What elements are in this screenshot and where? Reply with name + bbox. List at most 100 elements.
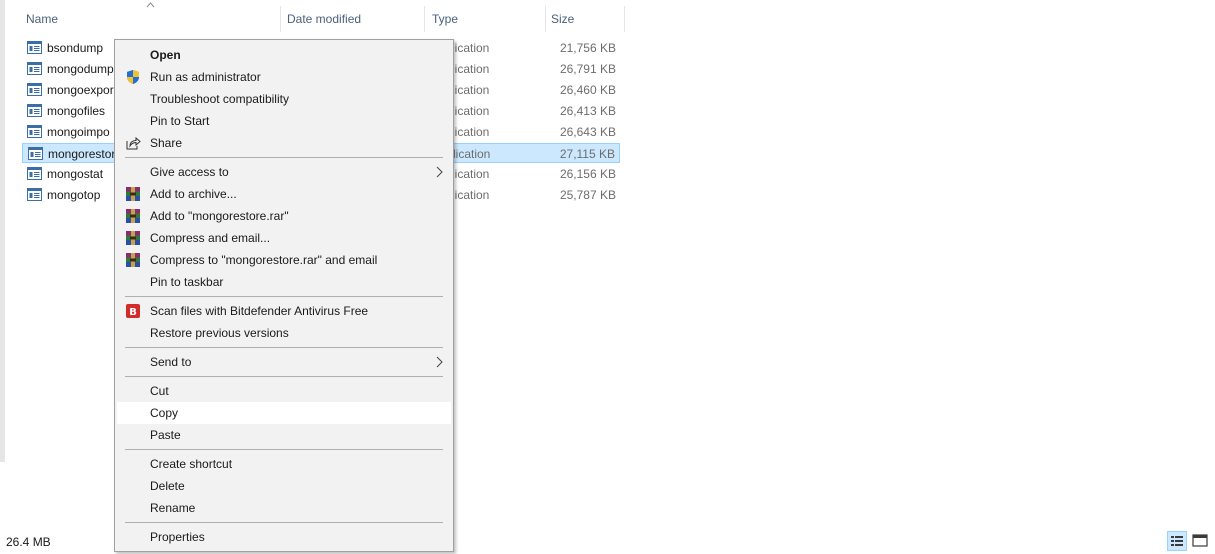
file-type: lication: [452, 41, 490, 55]
application-icon: [27, 104, 42, 117]
menu-item-label: Copy: [150, 406, 179, 420]
menu-separator: [125, 376, 443, 377]
file-size: 26,460 KB: [559, 83, 616, 97]
menu-item-pin-to-taskbar[interactable]: Pin to taskbar: [117, 271, 451, 293]
menu-item-copy[interactable]: Copy: [117, 402, 451, 424]
menu-item-troubleshoot-compatibility[interactable]: Troubleshoot compatibility: [117, 88, 451, 110]
details-view-icon: [1171, 536, 1183, 546]
svg-text:B: B: [129, 307, 137, 318]
menu-separator: [125, 347, 443, 348]
menu-item-label: Delete: [150, 479, 185, 493]
column-divider[interactable]: [624, 6, 625, 32]
menu-item-label: Paste: [150, 428, 181, 442]
file-size: 26,413 KB: [559, 104, 616, 118]
menu-item-share[interactable]: Share: [117, 132, 451, 154]
bitdefender-icon: B: [126, 304, 140, 318]
menu-item-label: Add to archive...: [150, 187, 237, 201]
application-icon: [27, 125, 42, 138]
menu-item-label: Compress and email...: [150, 231, 271, 245]
column-name[interactable]: Name: [26, 11, 58, 29]
menu-item-label: Troubleshoot compatibility: [150, 92, 289, 106]
file-name: mongodump: [47, 62, 114, 76]
column-divider[interactable]: [280, 6, 281, 32]
menu-item-paste[interactable]: Paste: [117, 424, 451, 446]
status-selection-size: 26.4 MB: [6, 535, 51, 549]
menu-item-label: Add to "mongorestore.rar": [150, 209, 289, 223]
application-icon: [27, 62, 42, 75]
menu-item-cut[interactable]: Cut: [117, 380, 451, 402]
file-name: mongoexpor: [47, 83, 114, 97]
application-icon: [28, 147, 43, 160]
winrar-icon: [126, 253, 140, 267]
file-size: 25,787 KB: [559, 188, 616, 202]
menu-item-label: Send to: [150, 355, 192, 369]
menu-item-delete[interactable]: Delete: [117, 475, 451, 497]
menu-item-restore-previous-versions[interactable]: Restore previous versions: [117, 322, 451, 344]
menu-item-create-shortcut[interactable]: Create shortcut: [117, 453, 451, 475]
file-type: lication: [453, 147, 491, 161]
large-icons-view-button[interactable]: [1190, 531, 1210, 551]
file-size: 21,756 KB: [559, 41, 616, 55]
application-icon: [27, 83, 42, 96]
column-divider[interactable]: [424, 6, 425, 32]
sort-ascending-icon: [146, 2, 155, 8]
winrar-icon: [126, 231, 140, 245]
menu-item-scan-bitdefender[interactable]: B Scan files with Bitdefender Antivirus …: [117, 300, 451, 322]
menu-item-rename[interactable]: Rename: [117, 497, 451, 519]
menu-item-compress-and-email[interactable]: Compress and email...: [117, 227, 451, 249]
menu-item-properties[interactable]: Properties: [117, 526, 451, 548]
details-view-button[interactable]: [1167, 531, 1187, 551]
file-size: 26,643 KB: [559, 125, 616, 139]
menu-item-label: Cut: [150, 384, 169, 398]
context-menu: Open Run as administrator Troubleshoot c…: [114, 39, 454, 552]
column-header: Name Date modified Type Size: [0, 0, 626, 36]
menu-separator: [125, 522, 443, 523]
menu-item-add-to-rar[interactable]: Add to "mongorestore.rar": [117, 205, 451, 227]
menu-item-label: Pin to Start: [150, 114, 210, 128]
menu-item-label: Open: [150, 48, 181, 62]
menu-item-compress-to-rar-and-email[interactable]: Compress to "mongorestore.rar" and email: [117, 249, 451, 271]
column-size[interactable]: Size: [551, 11, 574, 29]
menu-item-label: Run as administrator: [150, 70, 261, 84]
winrar-icon: [126, 209, 140, 223]
column-date-modified[interactable]: Date modified: [287, 11, 361, 29]
large-icons-view-icon: [1192, 534, 1208, 547]
menu-item-label: Pin to taskbar: [150, 275, 224, 289]
file-size: 26,791 KB: [559, 62, 616, 76]
menu-item-pin-to-start[interactable]: Pin to Start: [117, 110, 451, 132]
menu-item-run-as-administrator[interactable]: Run as administrator: [117, 66, 451, 88]
menu-item-label: Share: [150, 136, 183, 150]
file-type: lication: [452, 62, 490, 76]
file-type: lication: [452, 167, 490, 181]
file-size: 27,115 KB: [559, 147, 615, 161]
file-name: bsondump: [47, 41, 104, 55]
uac-shield-icon: [127, 70, 139, 84]
file-type: lication: [452, 188, 490, 202]
menu-item-send-to[interactable]: Send to: [117, 351, 451, 373]
chevron-right-icon: [436, 166, 443, 178]
application-icon: [27, 188, 42, 201]
menu-item-label: Compress to "mongorestore.rar" and email: [150, 253, 378, 267]
menu-separator: [125, 449, 443, 450]
column-divider[interactable]: [545, 6, 546, 32]
menu-item-label: Properties: [150, 530, 205, 544]
menu-item-give-access-to[interactable]: Give access to: [117, 161, 451, 183]
menu-item-label: Create shortcut: [150, 457, 233, 471]
file-type: lication: [452, 83, 490, 97]
menu-item-label: Restore previous versions: [150, 326, 289, 340]
menu-separator: [125, 157, 443, 158]
column-type[interactable]: Type: [432, 11, 458, 29]
menu-item-label: Rename: [150, 501, 196, 515]
menu-item-open[interactable]: Open: [117, 44, 451, 66]
file-name: mongoimpo: [47, 125, 110, 139]
left-scrollbar[interactable]: [0, 0, 5, 462]
file-type: lication: [452, 125, 490, 139]
winrar-icon: [126, 187, 140, 201]
file-type: lication: [452, 104, 490, 118]
application-icon: [27, 41, 42, 54]
share-icon: [126, 136, 141, 150]
menu-item-add-to-archive[interactable]: Add to archive...: [117, 183, 451, 205]
file-name: mongostat: [47, 167, 104, 181]
chevron-right-icon: [436, 356, 443, 368]
file-name: mongorestor: [48, 147, 116, 161]
